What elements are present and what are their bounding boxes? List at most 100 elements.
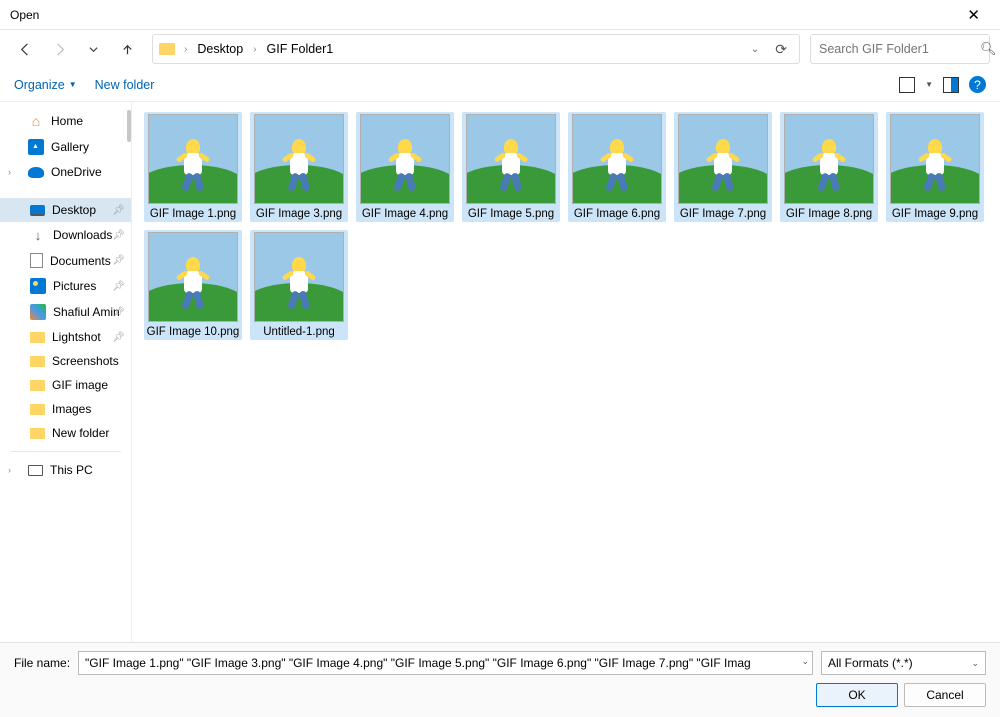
navbar: › Desktop › GIF Folder1 ⌄ ⟳ 🔍︎ [0,30,1000,68]
file-thumb[interactable]: GIF Image 4.png [356,112,454,222]
sidebar-item-home[interactable]: ⌂Home [0,108,131,134]
sidebar-item-gifimage[interactable]: GIF image [0,373,131,397]
back-button[interactable] [10,36,40,62]
filetype-filter[interactable]: All Formats (*.*)⌄ [821,651,986,675]
file-thumb[interactable]: GIF Image 3.png [250,112,348,222]
sidebar-item-pictures[interactable]: Pictures📌︎ [0,273,131,299]
chevron-right-icon[interactable]: › [8,465,11,475]
close-icon[interactable]: ✕ [957,2,990,28]
thumbnail-image [148,114,238,204]
chevron-down-icon[interactable]: ▼ [925,80,933,89]
onedrive-icon [28,167,44,178]
up-button[interactable] [112,36,142,62]
gallery-icon [28,139,44,155]
chevron-down-icon[interactable]: ⌄ [746,42,764,57]
sidebar-item-user[interactable]: Shafiul Amin📌︎ [0,299,131,325]
sidebar-item-gallery[interactable]: Gallery [0,134,131,160]
file-thumb[interactable]: Untitled-1.png [250,230,348,340]
folder-icon [30,404,45,415]
file-name: GIF Image 8.png [786,208,872,220]
download-icon: ↓ [30,227,46,243]
folder-icon [30,380,45,391]
breadcrumb-item[interactable]: GIF Folder1 [264,40,337,58]
file-thumb[interactable]: GIF Image 8.png [780,112,878,222]
search-box[interactable]: 🔍︎ [810,34,990,64]
thumbnail-image [254,114,344,204]
user-icon [30,304,46,320]
file-thumb[interactable]: GIF Image 9.png [886,112,984,222]
separator [10,451,121,452]
refresh-icon[interactable]: ⟳ [769,39,793,60]
cancel-button[interactable]: Cancel [904,683,986,707]
chevron-right-icon[interactable]: › [182,44,189,55]
search-icon[interactable]: 🔍︎ [980,41,997,57]
file-thumb[interactable]: GIF Image 6.png [568,112,666,222]
pin-icon: 📌︎ [112,307,125,318]
chevron-right-icon[interactable]: › [8,167,11,177]
file-grid: GIF Image 1.png GIF Image 3.png GIF Image … [132,102,1000,642]
sidebar-item-desktop[interactable]: Desktop📌︎ [0,198,131,222]
view-icon[interactable] [899,77,915,93]
pin-icon: 📌︎ [112,205,125,216]
pc-icon [28,465,43,476]
folder-icon [159,43,175,55]
file-thumb[interactable]: GIF Image 10.png [144,230,242,340]
desktop-icon [30,205,45,216]
thumbnail-image [890,114,980,204]
pin-icon: 📌︎ [112,281,125,292]
titlebar: Open ✕ [0,0,1000,30]
window-title: Open [10,8,39,22]
file-name: GIF Image 10.png [147,326,240,338]
pin-icon: 📌︎ [112,230,125,241]
file-thumb[interactable]: GIF Image 5.png [462,112,560,222]
sidebar: ⌂Home Gallery ›OneDrive Desktop📌︎ ↓Downl… [0,102,132,642]
file-name: Untitled-1.png [263,326,335,338]
pin-icon: 📌︎ [112,332,125,343]
folder-icon [30,428,45,439]
toolbar: Organize ▼ New folder ▼ ? [0,68,1000,102]
filename-label: File name: [14,656,70,670]
thumbnail-image [466,114,556,204]
sidebar-item-downloads[interactable]: ↓Downloads📌︎ [0,222,131,248]
thumbnail-image [360,114,450,204]
file-thumb[interactable]: GIF Image 7.png [674,112,772,222]
document-icon [30,253,43,268]
forward-button[interactable] [44,36,74,62]
preview-pane-icon[interactable] [943,77,959,93]
new-folder-button[interactable]: New folder [95,78,155,92]
sidebar-item-newfolder[interactable]: New folder [0,421,131,445]
address-bar[interactable]: › Desktop › GIF Folder1 ⌄ ⟳ [152,34,800,64]
sidebar-item-onedrive[interactable]: ›OneDrive [0,160,131,184]
thumbnail-image [148,232,238,322]
file-name: GIF Image 6.png [574,208,660,220]
sidebar-item-screenshots[interactable]: Screenshots [0,349,131,373]
thumbnail-image [572,114,662,204]
file-name: GIF Image 9.png [892,208,978,220]
file-name: GIF Image 4.png [362,208,448,220]
footer: File name: ⌄ All Formats (*.*)⌄ OK Cance… [0,642,1000,717]
sidebar-item-images[interactable]: Images [0,397,131,421]
recent-dropdown[interactable] [78,36,108,62]
filename-input[interactable] [78,651,813,675]
file-name: GIF Image 1.png [150,208,236,220]
chevron-down-icon: ⌄ [971,658,979,669]
ok-button[interactable]: OK [816,683,898,707]
pin-icon: 📌︎ [112,255,125,266]
sidebar-item-thispc[interactable]: ›This PC [0,458,131,482]
sidebar-item-lightshot[interactable]: Lightshot📌︎ [0,325,131,349]
help-icon[interactable]: ? [969,76,986,93]
file-thumb[interactable]: GIF Image 1.png [144,112,242,222]
file-name: GIF Image 5.png [468,208,554,220]
thumbnail-image [254,232,344,322]
breadcrumb-item[interactable]: Desktop [194,40,246,58]
chevron-right-icon[interactable]: › [251,44,258,55]
pictures-icon [30,278,46,294]
thumbnail-image [678,114,768,204]
sidebar-item-documents[interactable]: Documents📌︎ [0,248,131,273]
chevron-down-icon: ▼ [69,80,77,89]
search-input[interactable] [819,42,980,56]
folder-icon [30,356,45,367]
organize-button[interactable]: Organize ▼ [14,78,77,92]
chevron-down-icon[interactable]: ⌄ [801,656,809,667]
folder-icon [30,332,45,343]
